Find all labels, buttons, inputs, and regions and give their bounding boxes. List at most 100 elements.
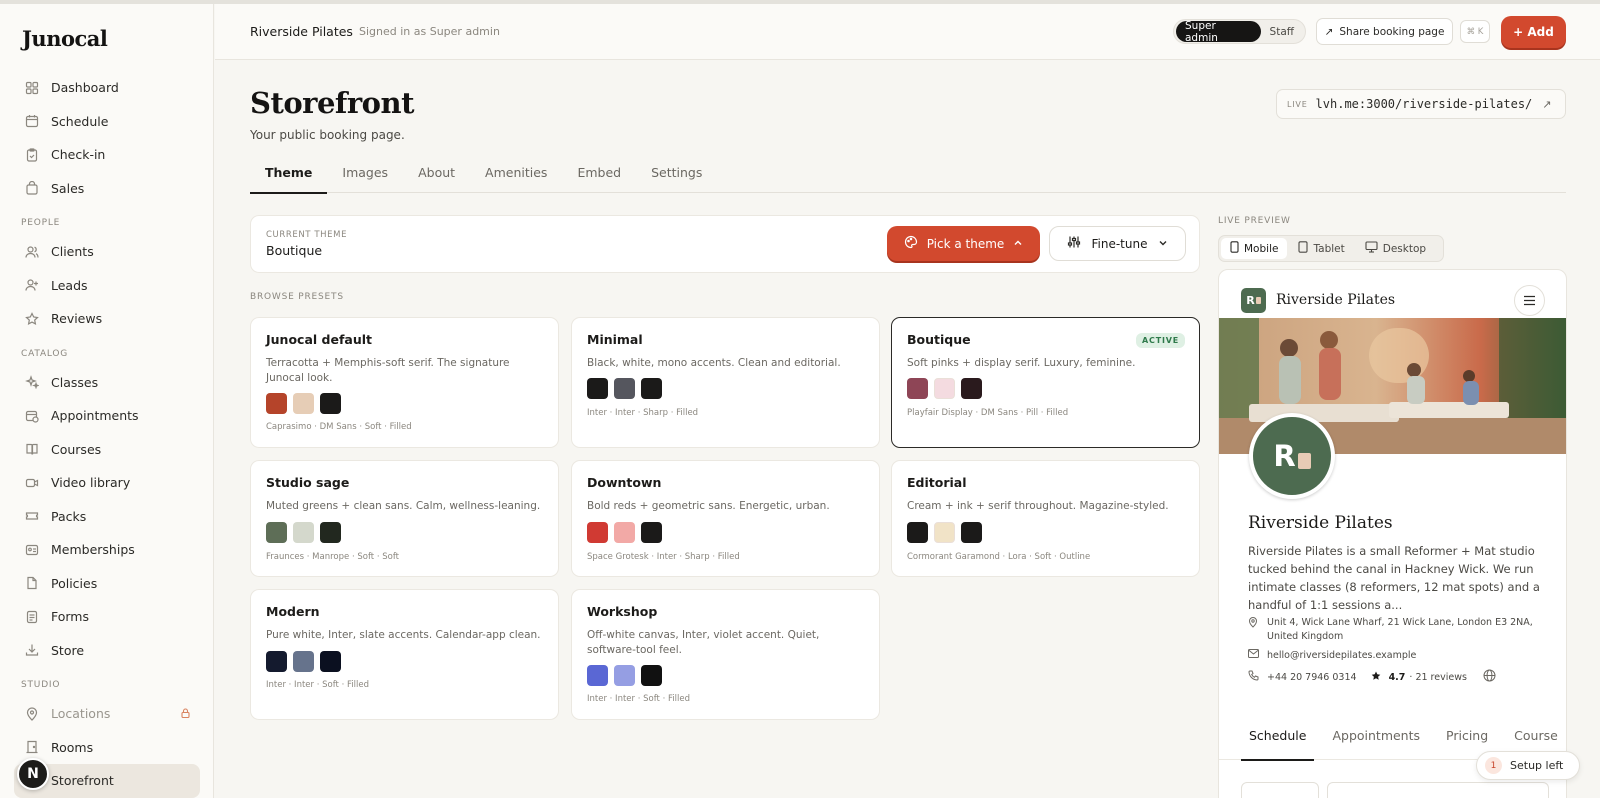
live-url-link[interactable]: LIVE lvh.me:3000/riverside-pilates/ ↗: [1276, 89, 1566, 119]
device-label: Mobile: [1244, 242, 1279, 255]
setup-left-pill[interactable]: 1 Setup left: [1476, 751, 1580, 780]
globe-icon[interactable]: [1483, 669, 1496, 687]
star-icon: [25, 311, 39, 326]
preset-card-studio-sage[interactable]: Studio sage Muted greens + clean sans. C…: [250, 460, 559, 577]
smartphone-icon: [1230, 241, 1239, 256]
tablet-icon: [1298, 241, 1309, 256]
share-button-label: Share booking page: [1339, 25, 1445, 38]
sidebar-item-dashboard[interactable]: Dashboard: [14, 71, 200, 105]
color-swatch: [587, 665, 608, 686]
preview-date-field[interactable]: [1327, 782, 1549, 798]
current-theme-value: Boutique: [266, 243, 323, 258]
command-palette-shortcut[interactable]: ⌘ K: [1460, 20, 1490, 43]
role-staff[interactable]: Staff: [1261, 21, 1303, 42]
ticket-icon: [25, 509, 39, 523]
app-logo[interactable]: Junocal: [22, 26, 108, 51]
preset-meta: Inter · Inter · Soft · Filled: [587, 694, 690, 704]
sidebar-item-label: Clients: [51, 244, 94, 260]
sidebar-item-policies[interactable]: Policies: [14, 567, 200, 601]
device-mobile[interactable]: Mobile: [1221, 238, 1288, 259]
sidebar-item-clients[interactable]: Clients: [14, 235, 200, 269]
preset-card-modern[interactable]: Modern Pure white, Inter, slate accents.…: [250, 589, 559, 720]
device-toggle: Mobile Tablet Desktop: [1218, 235, 1444, 262]
sidebar-item-reviews[interactable]: Reviews: [14, 302, 200, 336]
tab-embed[interactable]: Embed: [562, 155, 636, 193]
sidebar-item-locations[interactable]: Locations: [14, 697, 200, 731]
form-icon: [25, 610, 39, 624]
color-swatch: [293, 522, 314, 543]
nav-section-studio: STUDIO: [21, 680, 61, 690]
sidebar-item-rooms[interactable]: Rooms: [14, 731, 200, 765]
pick-theme-label: Pick a theme: [926, 236, 1005, 251]
tab-amenities[interactable]: Amenities: [470, 155, 562, 193]
shopping-bag-icon: [25, 181, 39, 195]
sidebar-item-check-in[interactable]: Check-in: [14, 138, 200, 172]
sidebar-item-memberships[interactable]: Memberships: [14, 533, 200, 567]
color-swatch: [907, 522, 928, 543]
device-tablet[interactable]: Tablet: [1289, 238, 1353, 259]
preview-review-count: · 21 reviews: [1409, 672, 1467, 683]
preset-card-boutique[interactable]: Boutique ACTIVE Soft pinks + display ser…: [891, 317, 1200, 448]
browse-presets-label: BROWSE PRESETS: [250, 292, 344, 302]
sidebar-item-label: Schedule: [51, 113, 109, 129]
share-booking-page-button[interactable]: ↗ Share booking page: [1316, 18, 1453, 45]
role-super-admin[interactable]: Super admin: [1176, 20, 1261, 44]
preview-email[interactable]: hello@riversidepilates.example: [1267, 649, 1416, 663]
user-avatar[interactable]: N: [17, 758, 49, 790]
preset-card-junocal-default[interactable]: Junocal default Terracotta + Memphis-sof…: [250, 317, 559, 448]
sidebar-item-leads[interactable]: Leads: [14, 269, 200, 303]
preview-filter-field[interactable]: [1241, 782, 1319, 798]
preview-tab-appointments[interactable]: Appointments: [1324, 722, 1428, 760]
sidebar-item-store[interactable]: Store: [14, 634, 200, 668]
sidebar-item-packs[interactable]: Packs: [14, 500, 200, 534]
sidebar-item-forms[interactable]: Forms: [14, 600, 200, 634]
setup-label: Setup left: [1510, 759, 1564, 772]
fine-tune-button[interactable]: Fine-tune: [1049, 226, 1186, 261]
tab-settings[interactable]: Settings: [636, 155, 717, 193]
color-swatch: [614, 378, 635, 399]
preview-tab-schedule[interactable]: Schedule: [1241, 722, 1315, 761]
sidebar-item-label: Policies: [51, 575, 98, 591]
tab-theme[interactable]: Theme: [250, 155, 328, 194]
preset-card-editorial[interactable]: Editorial Cream + ink + serif throughout…: [891, 460, 1200, 577]
external-link-icon: ↗: [1542, 97, 1552, 111]
preset-card-minimal[interactable]: Minimal Black, white, mono accents. Clea…: [571, 317, 880, 448]
sidebar-item-label: Sales: [51, 180, 85, 196]
dashboard-icon: [25, 81, 39, 95]
sidebar-item-sales[interactable]: Sales: [14, 172, 200, 206]
tab-about[interactable]: About: [403, 155, 470, 193]
preset-description: Black, white, mono accents. Clean and ed…: [587, 357, 841, 369]
add-button[interactable]: + Add: [1501, 16, 1566, 48]
preview-contact-row: +44 20 7946 0314 4.7 · 21 reviews: [1248, 669, 1496, 687]
role-toggle: Super admin Staff: [1173, 19, 1306, 44]
preview-phone[interactable]: +44 20 7946 0314: [1267, 671, 1357, 685]
color-swatch: [614, 665, 635, 686]
device-desktop[interactable]: Desktop: [1356, 238, 1435, 259]
sidebar-item-classes[interactable]: Classes: [14, 366, 200, 400]
preset-name: Workshop: [587, 604, 658, 619]
sidebar-item-schedule[interactable]: Schedule: [14, 105, 200, 139]
color-swatch: [266, 522, 287, 543]
preview-address-row: Unit 4, Wick Lane Wharf, 21 Wick Lane, L…: [1248, 616, 1538, 644]
pick-a-theme-button[interactable]: Pick a theme: [887, 226, 1040, 261]
preset-meta: Playfair Display · DM Sans · Pill · Fill…: [907, 408, 1069, 418]
sidebar-item-label: Forms: [51, 609, 90, 625]
live-preview-frame: R Riverside Pilates R Riverside Pilates …: [1218, 269, 1567, 798]
device-label: Desktop: [1382, 242, 1427, 255]
preset-meta: Fraunces · Manrope · Soft · Soft: [266, 552, 400, 562]
tab-images[interactable]: Images: [327, 155, 403, 193]
sidebar-item-label: Check-in: [51, 147, 106, 163]
chevron-down-icon: [1158, 237, 1168, 251]
color-swatch: [320, 522, 341, 543]
chevron-up-icon: [1013, 237, 1023, 251]
preset-card-downtown[interactable]: Downtown Bold reds + geometric sans. Ene…: [571, 460, 880, 577]
clipboard-check-icon: [25, 148, 39, 162]
hamburger-menu-icon[interactable]: [1514, 285, 1545, 316]
preset-card-workshop[interactable]: Workshop Off-white canvas, Inter, violet…: [571, 589, 880, 720]
sidebar-item-courses[interactable]: Courses: [14, 433, 200, 467]
map-pin-icon: [25, 707, 39, 721]
sidebar-item-appointments[interactable]: Appointments: [14, 399, 200, 433]
palette-icon: [904, 235, 918, 252]
color-swatch: [961, 378, 982, 399]
sidebar-item-video-library[interactable]: Video library: [14, 466, 200, 500]
